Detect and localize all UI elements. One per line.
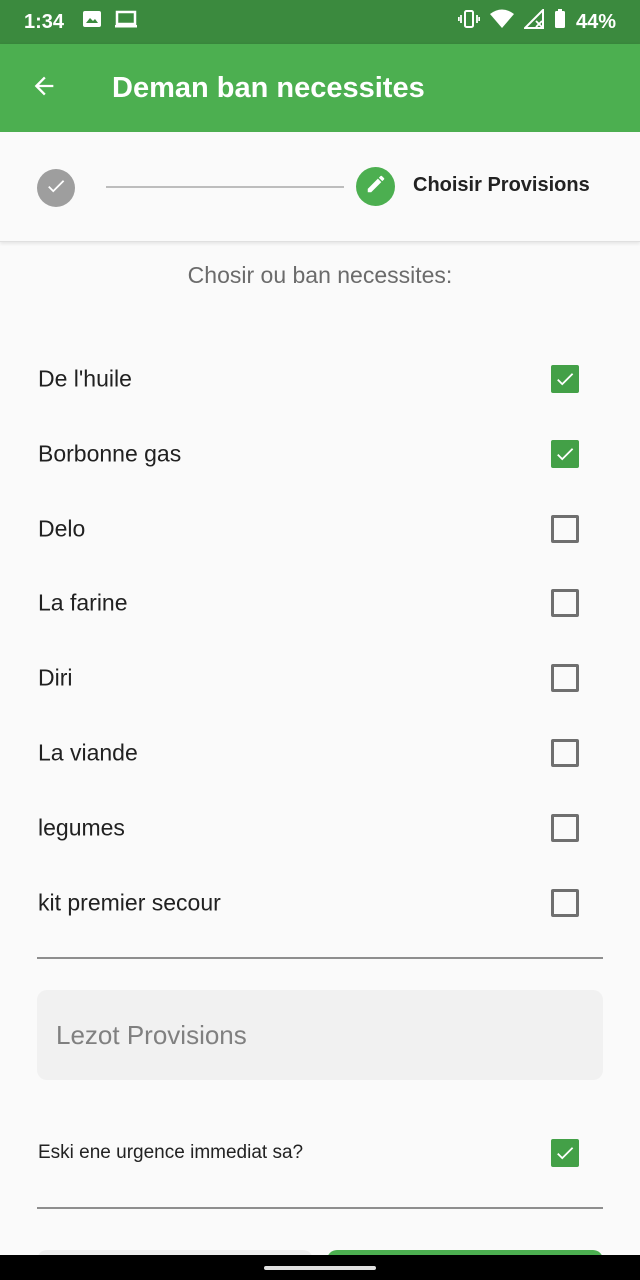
provision-label: Delo: [38, 515, 86, 542]
provision-checkbox[interactable]: [551, 514, 579, 543]
stepper: Choisir Provisions: [0, 132, 640, 242]
provision-checkbox[interactable]: [551, 813, 579, 842]
provision-label: Diri: [38, 664, 73, 691]
battery-level: 44%: [575, 10, 616, 33]
provision-item[interactable]: De l'huile: [0, 342, 640, 416]
divider-bottom: [37, 1207, 603, 1209]
vibrate-icon: [457, 9, 481, 35]
other-provisions-input[interactable]: [56, 1019, 603, 1051]
provision-checkbox[interactable]: [551, 439, 579, 468]
provision-checkbox[interactable]: [551, 664, 579, 693]
step-1-completed[interactable]: [37, 169, 75, 207]
provision-label: De l'huile: [38, 365, 132, 392]
image-icon: [82, 9, 102, 35]
system-nav-bar: [0, 1255, 640, 1280]
provision-label: Borbonne gas: [38, 440, 182, 467]
pencil-icon: [365, 173, 387, 200]
check-icon: [557, 373, 574, 386]
provision-label: La farine: [38, 589, 128, 616]
provision-item[interactable]: kit premier secour: [0, 866, 640, 940]
app-bar: Deman ban necessites: [0, 44, 640, 132]
provision-item[interactable]: La farine: [0, 566, 640, 640]
laptop-icon: [114, 9, 138, 35]
prompt-text: Chosir ou ban necessites:: [187, 262, 453, 288]
status-bar: 1:34 44%: [0, 0, 640, 44]
provision-checkbox[interactable]: [551, 589, 579, 618]
page-title: Deman ban necessites: [112, 71, 425, 104]
check-icon: [45, 175, 67, 202]
arrow-back-icon: [30, 72, 58, 105]
home-handle[interactable]: [264, 1266, 376, 1270]
provision-label: legumes: [38, 814, 125, 841]
signal-icon: [522, 7, 544, 35]
check-icon: [557, 1147, 574, 1160]
provision-checkbox[interactable]: [551, 739, 579, 767]
provision-checkbox[interactable]: [551, 365, 579, 393]
urgent-row[interactable]: Eski ene urgence immediat sa?: [0, 1116, 640, 1190]
urgent-label: Eski ene urgence immediat sa?: [38, 1142, 304, 1163]
urgent-checkbox[interactable]: [551, 1139, 579, 1167]
step-connector: [106, 186, 344, 188]
step-2-label: Choisir Provisions: [413, 174, 590, 196]
provision-item[interactable]: Borbonne gas: [0, 417, 640, 491]
step-2-active[interactable]: [356, 167, 395, 206]
provision-checkbox[interactable]: [551, 888, 579, 917]
provision-label: La viande: [38, 739, 138, 766]
battery-icon: [554, 9, 566, 35]
provision-item[interactable]: La viande: [0, 716, 640, 790]
provision-item[interactable]: Diri: [0, 641, 640, 715]
provision-label: kit premier secour: [38, 889, 221, 916]
other-provisions-field[interactable]: [37, 990, 603, 1080]
status-time: 1:34: [24, 10, 65, 33]
provision-item[interactable]: legumes: [0, 791, 640, 865]
check-icon: [557, 447, 574, 461]
provision-item[interactable]: Delo: [0, 492, 640, 566]
wifi-icon: [489, 9, 514, 35]
back-button[interactable]: [0, 44, 88, 132]
divider-top: [37, 957, 603, 959]
